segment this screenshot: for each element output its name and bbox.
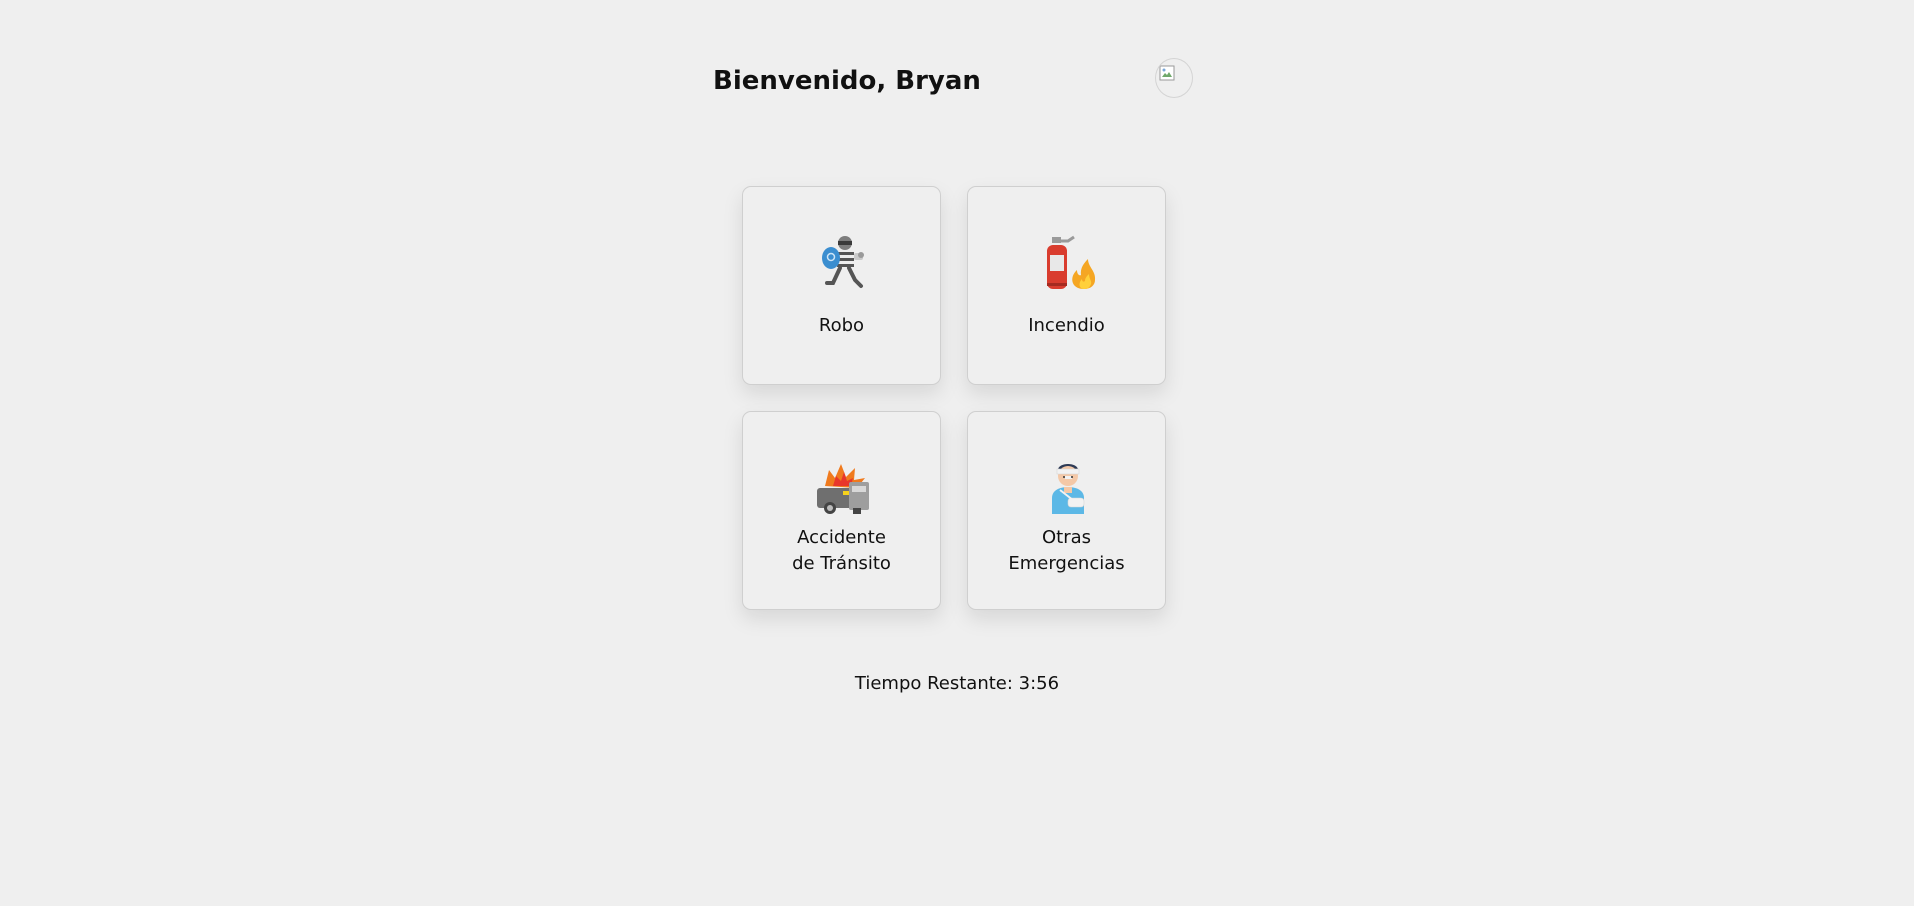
emergency-dashboard: Bienvenido, Bryan Robo Incendio Accident… <box>0 0 1914 906</box>
accidente-transito-card[interactable]: Accidente de Tránsito <box>742 411 941 610</box>
accidente-transito-label: Accidente de Tránsito <box>743 525 940 577</box>
incendio-label-text: Incendio <box>1028 315 1105 336</box>
robo-card[interactable]: Robo <box>742 186 941 385</box>
remaining-time-text: Tiempo Restante: 3:56 <box>854 673 1060 694</box>
robo-label: Robo <box>743 313 940 339</box>
broken-image-icon <box>1159 65 1175 81</box>
accidente-label-line2: de Tránsito <box>792 553 891 574</box>
emergency-options-grid: Robo Incendio Accidente de Tránsito Otra… <box>742 186 1167 611</box>
user-avatar[interactable] <box>1155 58 1193 98</box>
thief-icon <box>822 236 864 288</box>
fire-extinguisher-icon <box>1047 235 1096 289</box>
otras-label-line2: Emergencias <box>1008 553 1125 574</box>
accidente-label-line1: Accidente <box>797 527 886 548</box>
incendio-label: Incendio <box>968 313 1165 339</box>
car-accident-icon <box>817 464 869 514</box>
welcome-title: Bienvenido, Bryan <box>713 66 981 96</box>
otras-emergencias-card[interactable]: Otras Emergencias <box>967 411 1166 610</box>
injured-person-icon <box>1052 464 1085 514</box>
incendio-card[interactable]: Incendio <box>967 186 1166 385</box>
otras-label-line1: Otras <box>1041 527 1092 548</box>
otras-emergencias-label: Otras Emergencias <box>968 525 1165 577</box>
robo-label-text: Robo <box>818 315 865 336</box>
